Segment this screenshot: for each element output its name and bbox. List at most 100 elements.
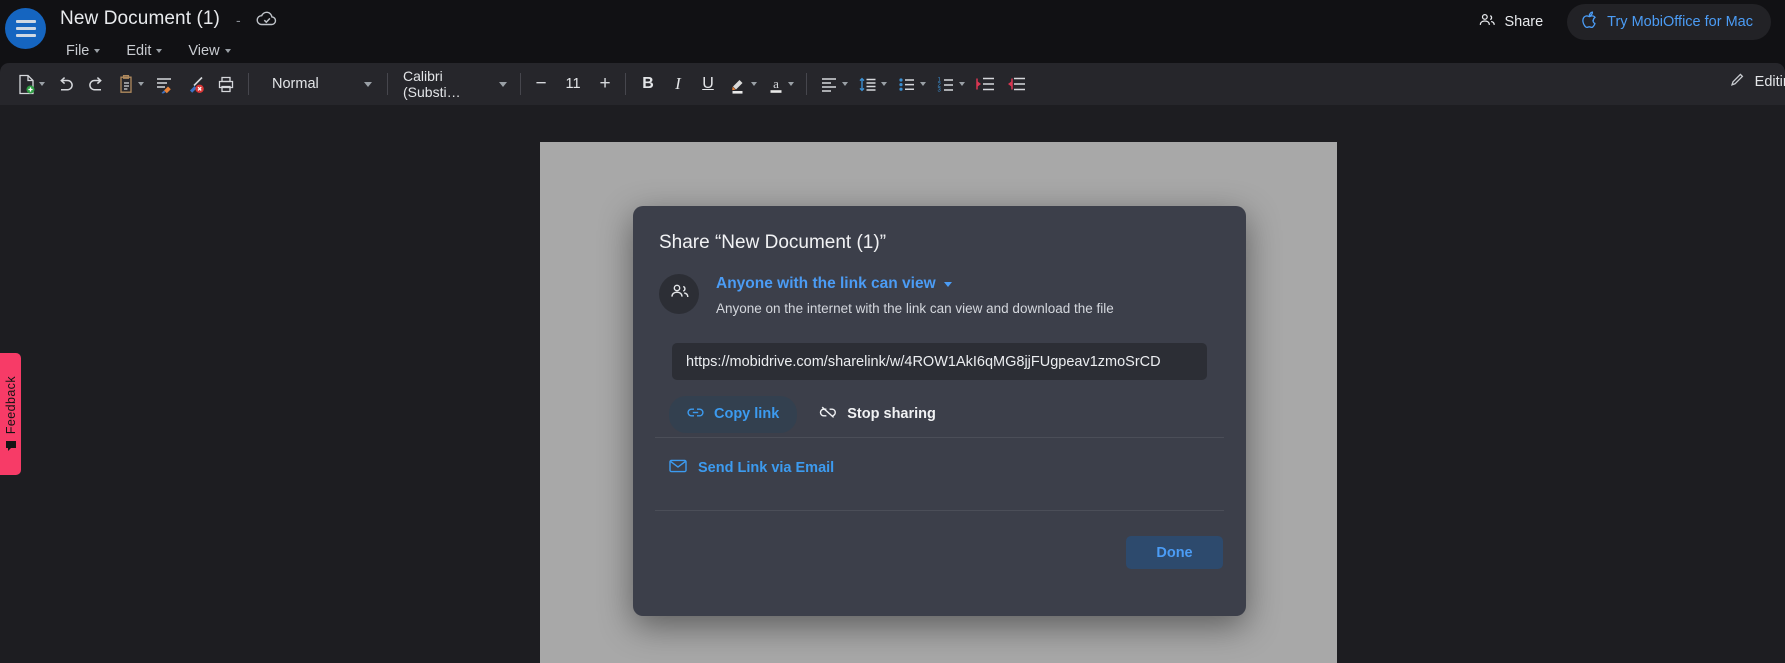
print-button[interactable] — [211, 68, 241, 100]
feedback-tab-label: Feedback — [3, 375, 18, 435]
font-color-icon: a — [767, 74, 785, 95]
redo-button[interactable] — [81, 68, 112, 100]
toolbar-divider — [248, 73, 249, 95]
toolbar-divider — [625, 73, 626, 95]
formatting-toolbar: Normal Calibri (Substi… − 11 + B I U a 1… — [0, 63, 1785, 105]
chevron-down-icon — [94, 49, 101, 53]
increase-indent-icon — [1006, 75, 1027, 93]
hamburger-line — [15, 20, 36, 23]
toolbar-divider — [387, 73, 388, 95]
format-painter-button[interactable] — [149, 68, 180, 100]
chevron-down-icon — [751, 82, 757, 86]
share-link-input[interactable]: https://mobidrive.com/sharelink/w/4ROW1A… — [672, 343, 1207, 380]
font-size-value[interactable]: 11 — [556, 76, 590, 92]
share-button[interactable]: Share — [1470, 6, 1551, 38]
chevron-down-icon — [499, 81, 507, 87]
underline-button[interactable]: U — [693, 69, 723, 99]
italic-button[interactable]: I — [663, 69, 693, 99]
undo-button[interactable] — [50, 68, 81, 100]
chevron-down-icon — [881, 82, 887, 86]
document-title[interactable]: New Document (1) — [60, 8, 220, 30]
increase-font-size-button[interactable]: + — [592, 70, 618, 98]
font-family-select[interactable]: Calibri (Substi… — [395, 68, 513, 100]
stop-sharing-label: Stop sharing — [847, 406, 936, 422]
new-document-icon — [17, 74, 36, 95]
people-icon — [669, 281, 690, 307]
menu-view-label: View — [188, 43, 220, 59]
align-button[interactable] — [814, 68, 853, 100]
menu-hamburger-button[interactable] — [5, 8, 46, 49]
link-icon — [687, 404, 704, 425]
menu-bar: File Edit View — [58, 40, 239, 62]
copy-link-button[interactable]: Copy link — [669, 395, 798, 433]
increase-indent-button[interactable] — [1001, 68, 1032, 100]
share-actions: Copy link Stop sharing — [669, 395, 946, 433]
clear-formatting-icon — [185, 74, 206, 95]
envelope-icon — [669, 459, 687, 477]
text-highlight-icon — [728, 74, 748, 95]
new-document-button[interactable] — [12, 68, 50, 100]
clipboard-paste-icon — [117, 74, 135, 95]
hamburger-line — [15, 27, 36, 30]
permission-description: Anyone on the internet with the link can… — [716, 301, 1114, 316]
numbered-list-button[interactable]: 1 2 3 — [931, 68, 970, 100]
chevron-down-icon — [39, 82, 45, 86]
menu-view[interactable]: View — [180, 40, 238, 62]
divider — [655, 510, 1224, 511]
numbered-list-icon: 1 2 3 — [936, 75, 956, 94]
done-button[interactable]: Done — [1126, 536, 1223, 569]
chevron-down-icon — [156, 49, 163, 53]
permission-main: Anyone with the link can view Anyone on … — [716, 274, 1114, 316]
try-mobioffice-for-mac-button[interactable]: Try MobiOffice for Mac — [1567, 4, 1771, 40]
divider — [655, 437, 1224, 438]
bold-button[interactable]: B — [633, 69, 663, 99]
broken-link-icon — [819, 403, 837, 425]
toolbar-divider — [806, 73, 807, 95]
chevron-down-icon — [959, 82, 965, 86]
share-link-value: https://mobidrive.com/sharelink/w/4ROW1A… — [686, 353, 1161, 370]
copy-link-label: Copy link — [714, 406, 780, 422]
chevron-down-icon — [842, 82, 848, 86]
printer-icon — [216, 74, 236, 94]
text-highlight-button[interactable] — [723, 68, 762, 100]
permission-select[interactable]: Anyone with the link can view — [716, 275, 1114, 293]
chevron-down-icon — [138, 82, 144, 86]
bullet-list-icon — [897, 75, 917, 94]
editing-mode-label: Editing — [1754, 73, 1785, 90]
title-separator: - — [236, 12, 241, 28]
line-spacing-button[interactable] — [853, 68, 892, 100]
decrease-font-size-button[interactable]: − — [528, 70, 554, 98]
permission-row: Anyone with the link can view Anyone on … — [659, 274, 1114, 316]
stop-sharing-button[interactable]: Stop sharing — [809, 395, 946, 433]
bullet-list-button[interactable] — [892, 68, 931, 100]
toolbar-divider — [520, 73, 521, 95]
menu-file[interactable]: File — [58, 40, 108, 62]
decrease-indent-button[interactable] — [970, 68, 1001, 100]
paragraph-style-select[interactable]: Normal — [262, 69, 380, 99]
undo-arrow-icon — [55, 74, 76, 95]
format-painter-icon — [154, 74, 175, 95]
paste-button[interactable] — [112, 68, 149, 100]
editing-mode-button[interactable]: Editing — [1729, 71, 1785, 92]
pencil-icon — [1729, 71, 1746, 92]
top-bar: New Document (1) - File Edit View Share … — [0, 0, 1785, 68]
clear-formatting-button[interactable] — [180, 68, 211, 100]
hamburger-line — [15, 34, 36, 37]
send-link-via-email-button[interactable]: Send Link via Email — [669, 459, 834, 477]
chevron-down-icon — [364, 81, 372, 87]
chevron-down-icon — [788, 82, 794, 86]
decrease-indent-icon — [975, 75, 996, 93]
share-dialog-title: Share “New Document (1)” — [659, 232, 887, 253]
font-color-button[interactable]: a — [762, 68, 799, 100]
menu-file-label: File — [66, 43, 90, 59]
permission-select-value: Anyone with the link can view — [716, 275, 936, 292]
menu-edit-label: Edit — [126, 43, 152, 59]
svg-text:a: a — [773, 76, 779, 91]
font-size-stepper: − 11 + — [528, 70, 618, 98]
menu-edit[interactable]: Edit — [118, 40, 170, 62]
cloud-check-icon[interactable] — [255, 9, 279, 29]
top-bar-actions: Share Try MobiOffice for Mac — [1470, 4, 1771, 40]
avatar — [659, 274, 699, 314]
feedback-tab[interactable]: Feedback — [0, 353, 21, 475]
apple-icon — [1582, 11, 1598, 33]
